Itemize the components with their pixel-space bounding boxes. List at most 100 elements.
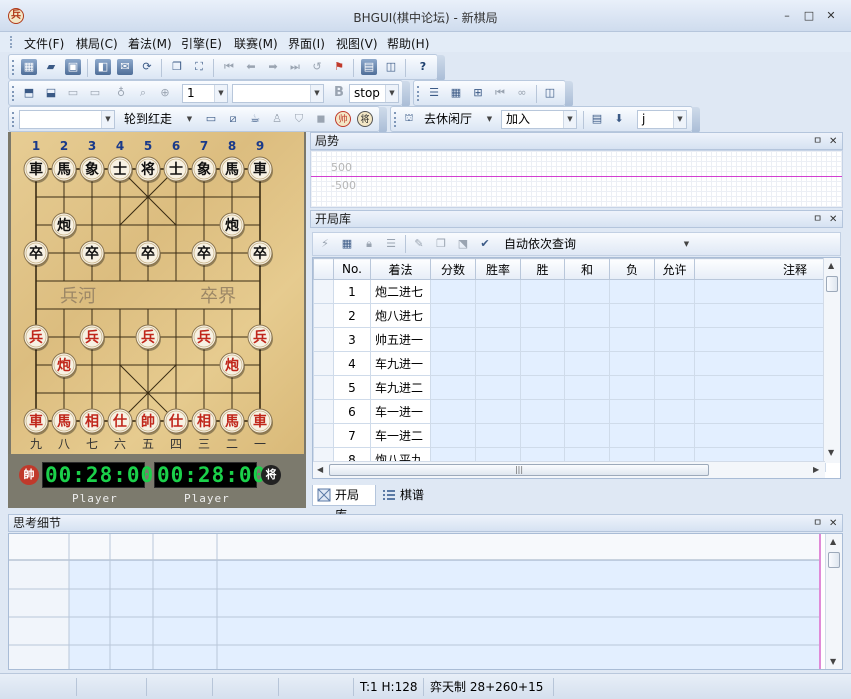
column-header-loss[interactable]: 负 [609, 258, 655, 280]
toolbar-overflow[interactable] [692, 107, 700, 133]
column-header-no[interactable]: No. [333, 258, 371, 280]
table-row[interactable]: 2 炮八进七 [313, 303, 826, 328]
copy-book-icon[interactable]: ❐ [433, 236, 449, 252]
scroll-up-icon[interactable]: ▲ [830, 537, 836, 546]
menu-view[interactable]: 视图(V) [336, 35, 378, 52]
toolbar-grip[interactable] [417, 86, 419, 101]
chevron-down-icon[interactable]: ▼ [680, 236, 693, 253]
column-header-winrate[interactable]: 胜率 [475, 258, 521, 280]
chevron-down-icon[interactable]: ▼ [673, 111, 686, 128]
scroll-down-icon[interactable]: ▼ [828, 448, 834, 457]
toolbar-grip[interactable] [12, 60, 14, 75]
menu-move[interactable]: 着法(M) [128, 35, 172, 52]
grid-view-icon[interactable]: ▦ [448, 85, 464, 101]
window-icon[interactable]: ◫ [383, 59, 399, 75]
tea-icon[interactable]: ☕ [247, 111, 263, 127]
chevron-down-icon[interactable]: ▼ [183, 111, 196, 128]
toolbar-overflow[interactable] [379, 107, 387, 133]
next-move-icon[interactable]: ➡ [265, 59, 281, 75]
join-select[interactable]: 加入 ▼ [501, 110, 577, 129]
toolbar-overflow[interactable] [402, 81, 410, 107]
chevron-down-icon[interactable]: ▼ [483, 111, 496, 128]
black-king-icon[interactable]: 将 [357, 111, 373, 127]
disconnect-icon[interactable]: ⧄ [225, 111, 241, 127]
hall-select[interactable]: 去休闲厅 ▼ [419, 110, 497, 129]
menu-interface[interactable]: 界面(I) [288, 35, 325, 52]
stop-select[interactable]: stop ▼ [349, 84, 399, 103]
toolbar-grip[interactable] [394, 112, 396, 127]
table-row[interactable]: 7 车一进二 [313, 423, 826, 448]
table-row[interactable]: 1 炮二进七 [313, 279, 826, 304]
pin-icon[interactable]: ㅁ [813, 212, 822, 228]
hint-bulb-icon[interactable]: ♁ [113, 85, 129, 101]
user-icon[interactable]: ♙ [269, 111, 285, 127]
copy-icon[interactable]: ❐ [169, 59, 185, 75]
menu-game[interactable]: 棋局(C) [76, 35, 118, 52]
menu-file[interactable]: 文件(F) [24, 35, 64, 52]
scroll-up-icon[interactable]: ▲ [828, 261, 834, 270]
flag-icon[interactable]: ⚑ [331, 59, 347, 75]
scroll-thumb[interactable] [826, 276, 838, 292]
pin-icon[interactable]: ㅁ [813, 134, 822, 150]
scroll-thumb[interactable]: ||| [329, 464, 709, 476]
save-icon[interactable]: ▣ [65, 59, 81, 75]
undo-icon[interactable]: ↺ [309, 59, 325, 75]
query-mode-select[interactable]: 自动依次查询 ▼ [499, 235, 694, 254]
export-icon[interactable]: ⬔ [455, 236, 471, 252]
delete-list-icon[interactable]: ☰ [383, 236, 399, 252]
vertical-scrollbar[interactable]: ▲ ▼ [823, 258, 840, 463]
menu-league[interactable]: 联赛(M) [234, 35, 278, 52]
vertical-scrollbar[interactable]: ▲ ▼ [825, 534, 842, 669]
chevron-down-icon[interactable]: ▼ [310, 85, 323, 102]
turn-select[interactable]: 轮到红走 ▼ [119, 110, 197, 129]
monitor-icon[interactable]: ▭ [65, 85, 81, 101]
column-header-allow[interactable]: 允许 [654, 258, 695, 280]
engine-list-select[interactable]: ▼ [19, 110, 115, 129]
chevron-down-icon[interactable]: ▼ [214, 85, 227, 102]
engine-select[interactable]: ▼ [232, 84, 324, 103]
list-icon[interactable]: ▤ [589, 111, 605, 127]
monitor2-icon[interactable]: ▭ [87, 85, 103, 101]
column-header-win[interactable]: 胜 [520, 258, 565, 280]
last-move-icon[interactable]: ⏭ [287, 59, 303, 75]
link-icon[interactable]: ∞ [514, 85, 530, 101]
board-icon[interactable]: ◧ [95, 59, 111, 75]
minimize-button[interactable]: – [780, 10, 794, 22]
close-icon[interactable]: ✕ [829, 516, 837, 532]
list-view-icon[interactable]: ☰ [426, 85, 442, 101]
pin-icon[interactable]: ㅁ [813, 516, 822, 532]
toolbar-grip[interactable] [12, 86, 14, 101]
tab-opening-book[interactable]: 开局库 [312, 485, 376, 522]
menu-grip[interactable] [10, 36, 13, 48]
table-row[interactable]: 3 帅五进一 [313, 327, 826, 352]
new-icon[interactable]: ▦ [21, 59, 37, 75]
book-grid-icon[interactable]: ▦ [339, 236, 355, 252]
scroll-left-icon[interactable]: ◀ [317, 465, 323, 474]
lightning-icon[interactable]: ⚡ [317, 236, 333, 252]
table-row[interactable]: 6 车一进一 [313, 399, 826, 424]
scroll-thumb[interactable] [828, 552, 840, 568]
horizontal-scrollbar[interactable]: ◀ ||| ▶ [313, 461, 825, 478]
chevron-down-icon[interactable]: ▼ [385, 85, 398, 102]
refresh-icon[interactable]: ⟳ [139, 59, 155, 75]
column-header-score[interactable]: 分数 [430, 258, 476, 280]
help-icon[interactable]: ? [415, 59, 431, 75]
edit-icon[interactable]: ✎ [411, 236, 427, 252]
mail-icon[interactable]: ✉ [117, 59, 133, 75]
connect-icon[interactable]: ▭ [203, 111, 219, 127]
depth-select[interactable]: 1 ▼ [182, 84, 228, 103]
shield-icon[interactable]: ⛉ [291, 111, 307, 127]
column-header-draw[interactable]: 和 [564, 258, 610, 280]
scroll-right-icon[interactable]: ▶ [813, 465, 819, 474]
column-header-note[interactable]: 注释 [694, 258, 826, 280]
table-row[interactable]: 4 车九进一 [313, 351, 826, 376]
lock-icon[interactable]: 🔒︎ [361, 236, 377, 252]
engine-load-icon[interactable]: ⬒ [21, 85, 37, 101]
chat-icon[interactable]: ◼ [313, 111, 329, 127]
settings-board-icon[interactable]: ▤ [361, 59, 377, 75]
first-move-icon[interactable]: ⏮ [221, 59, 237, 75]
menu-help[interactable]: 帮助(H) [387, 35, 429, 52]
engine-config-icon[interactable]: ⬓ [43, 85, 59, 101]
chevron-down-icon[interactable]: ▼ [101, 111, 114, 128]
open-folder-icon[interactable]: ▰ [43, 59, 59, 75]
